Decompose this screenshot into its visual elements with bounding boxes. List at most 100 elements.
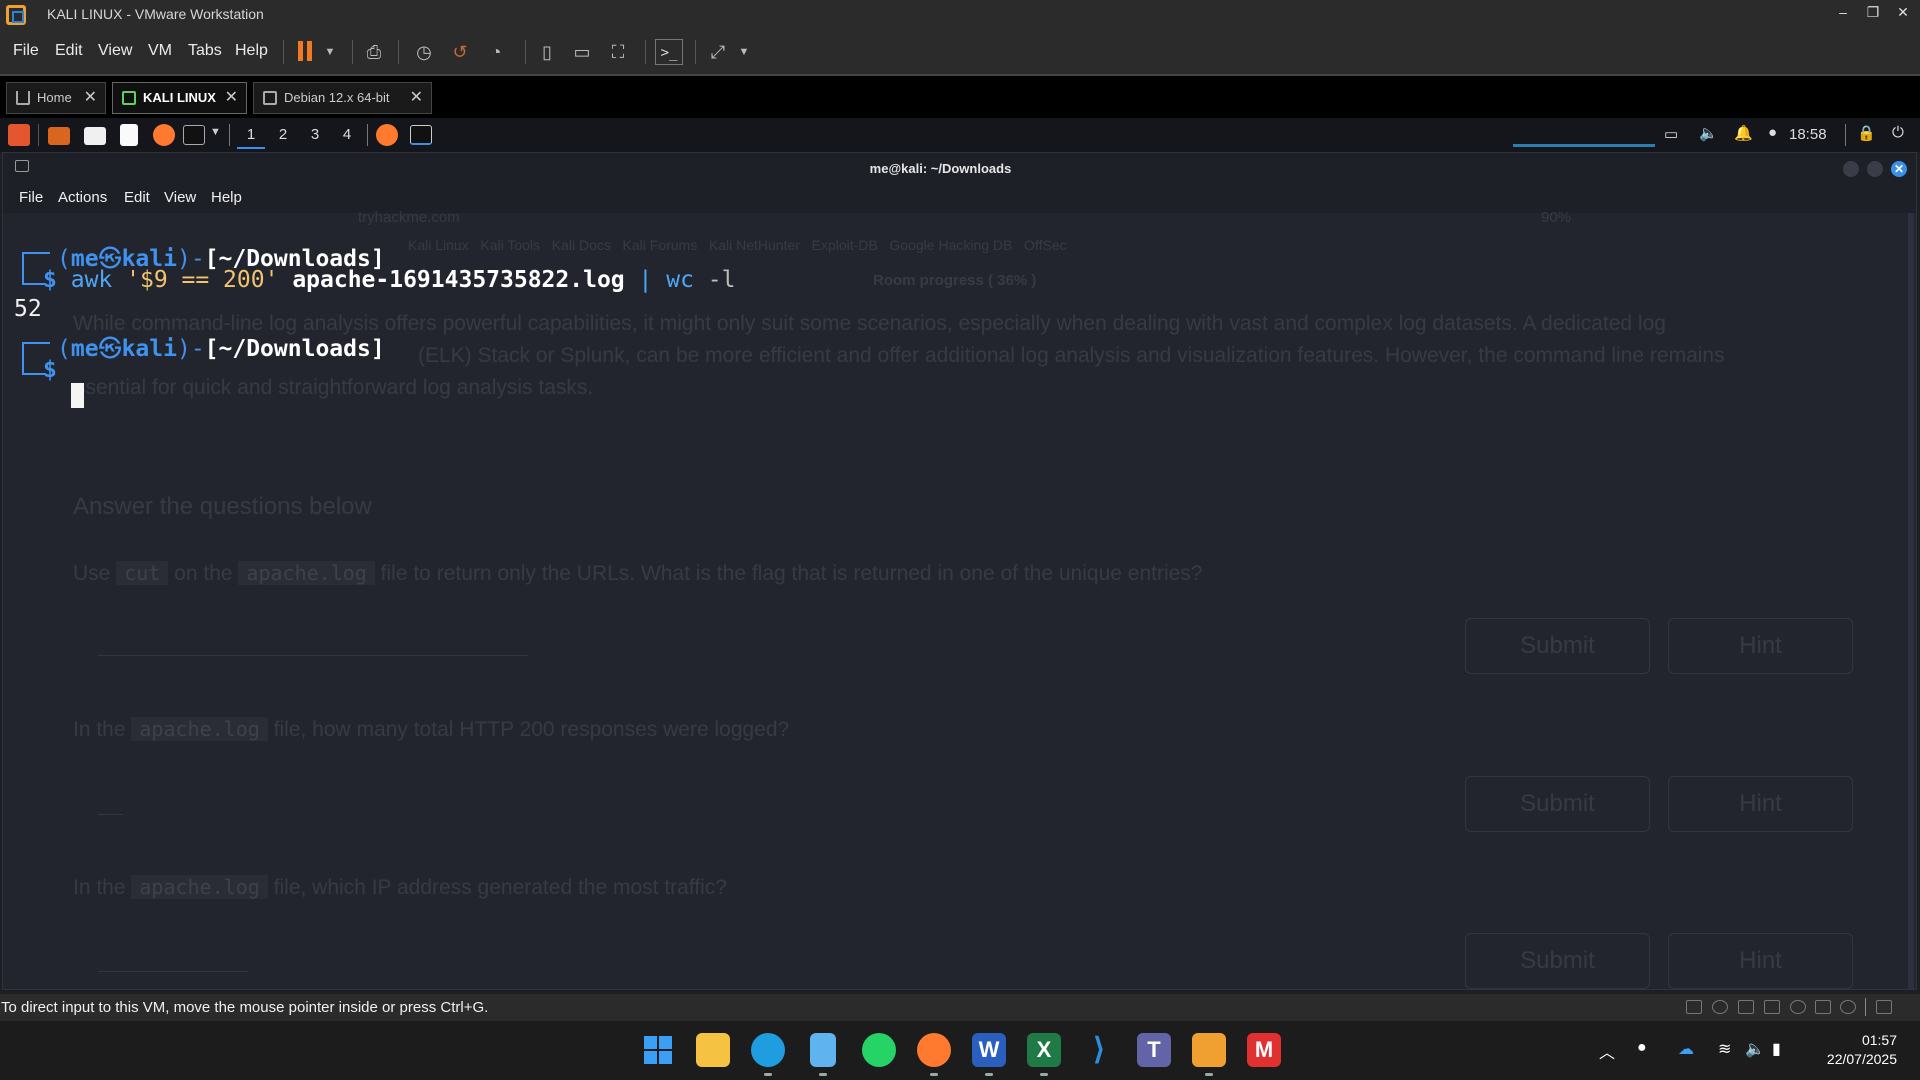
display-icon[interactable]: ▭ [1664, 125, 1678, 143]
snapshot-manager-icon[interactable]: ◔ [482, 39, 510, 65]
security-icon[interactable]: ● [1637, 1039, 1647, 1057]
terminal-window[interactable]: me@kali: ~/Downloads ✕ File Actions Edit… [2, 152, 1917, 990]
menu-edit[interactable]: Edit [55, 42, 83, 60]
file-explorer-icon[interactable] [696, 1033, 730, 1067]
firefox-icon[interactable] [153, 124, 175, 146]
panel-clock[interactable]: 18:58 [1789, 126, 1827, 143]
kali-menu-icon[interactable] [8, 124, 30, 146]
pause-dropdown-icon[interactable]: ▼ [316, 39, 344, 65]
tab-debian[interactable]: Debian 12.x 64-bit ✕ [253, 82, 432, 114]
excel-icon[interactable]: X [1027, 1033, 1061, 1067]
text-editor-icon[interactable] [120, 124, 138, 146]
notepad-icon[interactable] [810, 1033, 836, 1067]
firefox-window-icon[interactable] [376, 124, 398, 146]
ghost-text: In the [73, 718, 126, 741]
menu-file[interactable]: File [13, 42, 39, 60]
menu-tabs[interactable]: Tabs [188, 42, 222, 60]
taskbar-clock[interactable]: 01:57 22/07/2025 [1827, 1031, 1897, 1069]
message-log-icon[interactable] [1876, 1000, 1892, 1014]
hard-disk-icon[interactable] [1686, 1000, 1702, 1014]
vm-icon [263, 91, 277, 105]
vm-running-icon [122, 91, 136, 105]
terminal-menu-actions[interactable]: Actions [58, 189, 107, 206]
whatsapp-icon[interactable] [862, 1033, 896, 1067]
menu-vm[interactable]: VM [148, 42, 172, 60]
stretch-view-icon[interactable]: ⤢ [704, 39, 732, 65]
ghost-room-progress: Room progress ( 36% ) [873, 272, 1037, 289]
windows-logo-icon [644, 1036, 672, 1064]
close-tab-icon[interactable]: ✕ [225, 83, 238, 113]
workspace-3[interactable]: 3 [301, 123, 329, 149]
close-button[interactable]: ✕ [1888, 4, 1918, 21]
notification-bell-icon[interactable]: 🔔 [1734, 124, 1753, 142]
display-status-icon[interactable] [1840, 1000, 1856, 1014]
vmware-menu-bar: File Edit View VM Tabs Help ▼ ⎙ ◷ ↺ ◔ ▯ … [0, 30, 1920, 74]
red-app-icon[interactable]: M [1247, 1033, 1281, 1067]
power-icon[interactable]: ⏻ [1892, 124, 1904, 141]
workspace-4[interactable]: 4 [333, 123, 361, 149]
file-manager-icon[interactable] [84, 127, 106, 145]
speaker-icon[interactable]: 🔈 [1745, 1039, 1765, 1059]
vmware-taskbar-icon[interactable] [1192, 1033, 1226, 1067]
fullscreen-icon[interactable]: ⛶ [604, 39, 632, 65]
wifi-icon[interactable]: ≋ [1718, 1039, 1731, 1059]
show-hidden-icons-icon[interactable]: ︿ [1599, 1039, 1615, 1063]
terminal-icon[interactable] [183, 125, 205, 145]
prompt-at: ㉿ [98, 336, 122, 362]
menu-help[interactable]: Help [235, 42, 268, 60]
thumbnail-bar-icon[interactable]: ▭ [568, 39, 596, 65]
battery-icon[interactable]: ▮ [1772, 1039, 1781, 1059]
onedrive-icon[interactable]: ☁ [1678, 1039, 1694, 1059]
vscode-icon[interactable]: ⟩ [1082, 1033, 1116, 1067]
teams-icon[interactable]: T [1137, 1033, 1171, 1067]
sound-card-icon[interactable] [1790, 1000, 1806, 1014]
revert-snapshot-icon[interactable]: ↺ [446, 39, 474, 65]
ghost-question-3: In the apache.log file, which IP address… [73, 875, 727, 900]
terminal-menu-edit[interactable]: Edit [124, 189, 150, 206]
minimize-terminal-button[interactable] [1843, 161, 1859, 177]
status-message: To direct input to this VM, move the mou… [1, 999, 489, 1016]
firefox-taskbar-icon[interactable] [917, 1033, 951, 1067]
network-adapter-icon[interactable] [1738, 1000, 1754, 1014]
workspace-2[interactable]: 2 [269, 123, 297, 149]
command-flag: -l [707, 267, 736, 293]
close-tab-icon[interactable]: ✕ [84, 83, 97, 113]
terminal-menu-view[interactable]: View [164, 189, 196, 206]
minimize-button[interactable]: – [1828, 4, 1858, 20]
tab-kali-linux[interactable]: KALI LINUX ✕ [112, 82, 247, 114]
word-icon[interactable]: W [972, 1033, 1006, 1067]
restore-button[interactable]: ❐ [1858, 4, 1888, 21]
launcher-dropdown-icon[interactable]: ▼ [210, 126, 221, 138]
close-terminal-button[interactable]: ✕ [1891, 161, 1907, 177]
snapshot-icon[interactable]: ◷ [410, 39, 438, 65]
ghost-answer-line [98, 814, 123, 815]
terminal-menu-file[interactable]: File [19, 189, 43, 206]
terminal-title-bar[interactable]: me@kali: ~/Downloads ✕ [3, 153, 1916, 183]
console-view-icon[interactable]: >_ [655, 39, 683, 65]
maximize-terminal-button[interactable] [1867, 161, 1883, 177]
sidebar-toggle-icon[interactable]: ▯ [533, 39, 561, 65]
prompt-path: [~/Downloads] [204, 336, 385, 362]
terminal-menu-help[interactable]: Help [211, 189, 242, 206]
pause-icon[interactable] [296, 41, 314, 61]
text-cursor[interactable] [71, 383, 84, 408]
terminal-window-icon[interactable] [410, 125, 432, 145]
edge-icon[interactable] [751, 1033, 785, 1067]
tab-home[interactable]: Home ✕ [6, 82, 106, 114]
stretch-dropdown-icon[interactable]: ▼ [730, 39, 758, 65]
usb-icon[interactable] [1764, 1000, 1780, 1014]
lock-icon[interactable]: 🔒 [1857, 124, 1876, 142]
terminal-scrollbar[interactable] [1908, 213, 1914, 989]
clock-date: 22/07/2025 [1826, 1051, 1897, 1067]
ghost-text: file, how many total HTTP 200 responses … [273, 718, 790, 741]
ghost-answer-line [98, 655, 528, 656]
menu-view[interactable]: View [98, 42, 132, 60]
volume-icon[interactable]: 🔈 [1699, 124, 1718, 142]
cd-dvd-icon[interactable] [1712, 1000, 1728, 1014]
terminal-emulator-icon[interactable] [48, 127, 70, 145]
printer-icon[interactable] [1815, 1000, 1831, 1014]
workspace-1[interactable]: 1 [237, 123, 265, 149]
send-ctrl-alt-del-icon[interactable]: ⎙ [360, 39, 388, 65]
close-tab-icon[interactable]: ✕ [410, 83, 423, 113]
start-button[interactable] [641, 1033, 675, 1067]
